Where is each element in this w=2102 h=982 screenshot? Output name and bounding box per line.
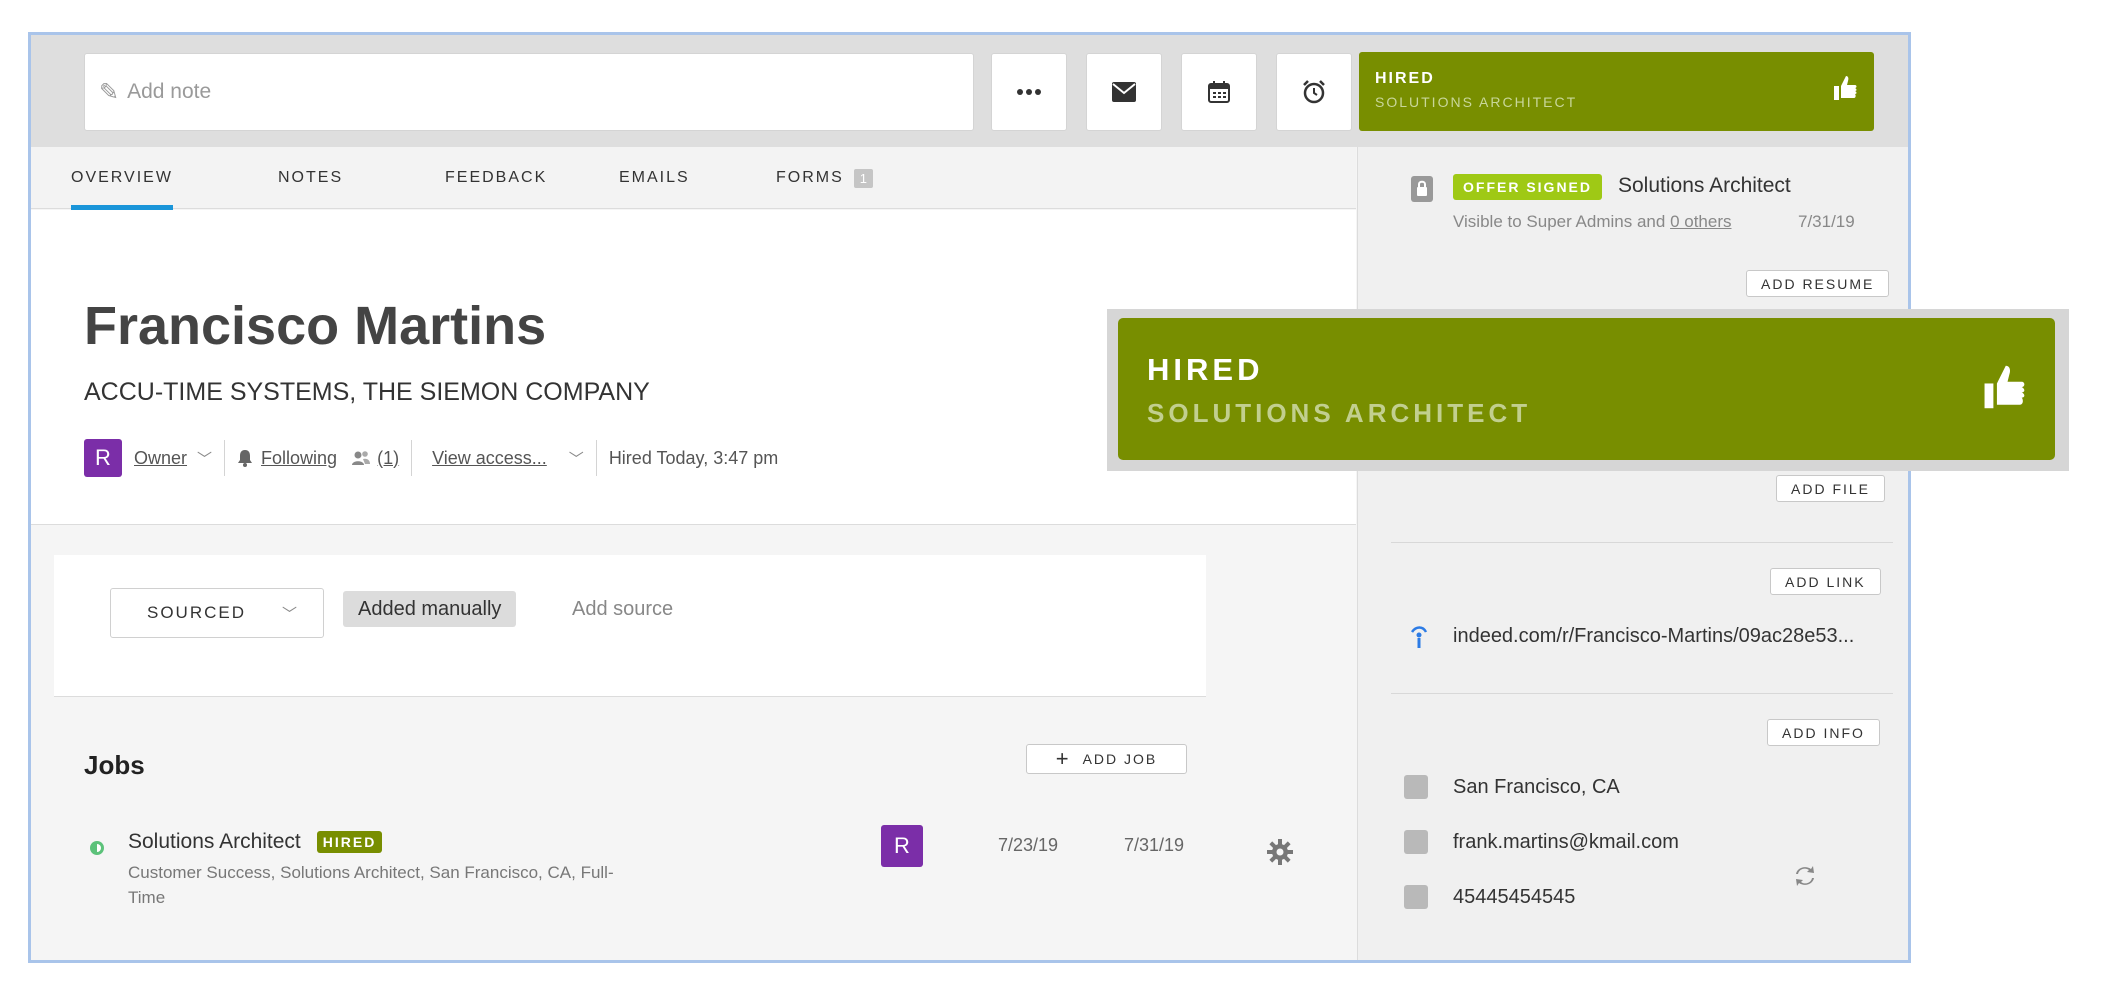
job-start-date: 7/23/19 [998, 835, 1059, 855]
add-job-label: ADD JOB [1082, 751, 1158, 767]
add-source-input[interactable]: Add source [572, 591, 673, 627]
offer-status-badge: OFFER SIGNED [1453, 174, 1603, 200]
tab-forms-label: FORMS [776, 169, 844, 186]
tab-emails-label: EMAILS [619, 169, 690, 186]
add-info-button[interactable]: ADD INFO [1767, 719, 1880, 746]
thumbs-up-icon [1984, 365, 2025, 409]
owner-dropdown[interactable]: Owner [134, 448, 187, 469]
chevron-down-icon: ﹀ [281, 605, 299, 623]
phone-text: 45445454545 [1453, 886, 1576, 908]
followers-count[interactable]: (1) [377, 448, 399, 469]
thumbs-up-icon [1834, 76, 1857, 100]
profile-link[interactable]: indeed.com/r/Francisco-Martins/09ac28e53… [1453, 625, 1854, 648]
app-window: ✎ Add note HIRED SOLUTIONS ARCHITECT OVE… [28, 32, 1911, 963]
email-text[interactable]: frank.martins@kmail.com [1453, 831, 1679, 854]
profile-tabs: OVERVIEW NOTES FEEDBACK EMAILS FORMS 1 [31, 147, 1356, 210]
chevron-down-icon[interactable]: ﹀ [569, 448, 584, 469]
sync-icon[interactable] [1792, 863, 1818, 889]
forms-count-badge: 1 [853, 168, 874, 188]
status-label: HIRED [1375, 70, 1435, 87]
divider [1391, 542, 1893, 543]
add-note-placeholder: Add note [127, 80, 212, 103]
view-access-link[interactable]: View access... [432, 448, 547, 469]
job-owner-avatar: R [881, 825, 923, 867]
tab-notes[interactable]: NOTES [278, 147, 343, 209]
calendar-icon [1208, 81, 1230, 103]
location-text: San Francisco, CA [1453, 776, 1620, 798]
divider [1391, 693, 1893, 694]
link-icon [1410, 626, 1428, 648]
lock-icon [1411, 176, 1433, 202]
visibility-others-link[interactable]: 0 others [1670, 212, 1731, 231]
email-button[interactable] [1086, 53, 1162, 131]
candidate-meta: R Owner ﹀ Following (1) View access... ﹀… [84, 438, 778, 478]
job-row[interactable]: Solutions Architect HIRED Customer Succe… [84, 825, 1324, 930]
owner-avatar: R [84, 439, 122, 477]
plus-icon: + [1055, 746, 1071, 771]
add-job-button[interactable]: + ADD JOB [1026, 744, 1187, 774]
hired-status-zoom: HIRED SOLUTIONS ARCHITECT [1107, 309, 2069, 471]
chevron-down-icon[interactable]: ﹀ [197, 448, 212, 469]
add-note-input[interactable]: ✎ Add note [84, 53, 974, 131]
tab-notes-label: NOTES [278, 169, 344, 186]
visibility-text: Visible to Super Admins and [1453, 212, 1666, 231]
email-icon [1404, 830, 1428, 854]
status-job: SOLUTIONS ARCHITECT [1375, 94, 1578, 110]
top-bar: ✎ Add note HIRED SOLUTIONS ARCHITECT [31, 35, 1908, 147]
phone-icon [1404, 885, 1428, 909]
add-file-button[interactable]: ADD FILE [1776, 475, 1886, 502]
more-icon [1017, 89, 1041, 95]
tab-forms[interactable]: FORMS 1 [776, 147, 874, 209]
job-end-date: 7/31/19 [1124, 835, 1185, 855]
pencil-icon: ✎ [99, 78, 120, 106]
more-button[interactable] [991, 53, 1067, 131]
divider [411, 440, 413, 476]
offer-date: 7/31/19 [1798, 212, 1855, 231]
divider [595, 440, 597, 476]
offer-visibility: Visible to Super Admins and 0 others [1453, 212, 1732, 232]
source-tag[interactable]: Added manually [343, 591, 517, 627]
jobs-heading: Jobs [84, 750, 145, 780]
add-resume-button[interactable]: ADD RESUME [1746, 270, 1890, 297]
mail-icon [1112, 82, 1136, 102]
stage-select[interactable]: SOURCED ﹀ [110, 588, 324, 638]
tab-feedback-label: FEEDBACK [445, 169, 548, 186]
alarm-icon [1303, 80, 1325, 104]
offer-job-title: Solutions Architect [1618, 174, 1791, 197]
right-panel: OFFER SIGNED Solutions Architect Visible… [1357, 147, 1908, 960]
tab-feedback[interactable]: FEEDBACK [445, 147, 547, 209]
job-description: Customer Success, Solutions Architect, S… [128, 863, 614, 907]
hired-timestamp: Hired Today, 3:47 pm [608, 447, 779, 468]
gear-icon[interactable] [1266, 838, 1294, 866]
following-toggle[interactable]: Following [261, 448, 337, 469]
zoom-status-job: SOLUTIONS ARCHITECT [1147, 398, 1532, 428]
zoom-status-label: HIRED [1147, 352, 1264, 387]
source-card: SOURCED ﹀ Added manually Add source [54, 555, 1206, 697]
home-icon [1404, 775, 1428, 799]
divider [224, 440, 226, 476]
add-link-button[interactable]: ADD LINK [1770, 568, 1881, 595]
tab-overview[interactable]: OVERVIEW [71, 147, 173, 210]
tab-overview-label: OVERVIEW [71, 169, 173, 186]
candidate-name: Francisco Martins [84, 296, 547, 356]
job-status-badge: HIRED [316, 831, 383, 853]
people-icon [352, 451, 371, 465]
job-title[interactable]: Solutions Architect [128, 830, 301, 854]
stage-select-value: SOURCED [147, 603, 247, 622]
schedule-button[interactable] [1181, 53, 1257, 131]
job-status-icon [90, 841, 104, 855]
reminder-button[interactable] [1276, 53, 1352, 131]
hired-status-button[interactable]: HIRED SOLUTIONS ARCHITECT [1359, 52, 1874, 131]
job-title-line: Solutions Architect HIRED [128, 830, 383, 854]
bell-icon [238, 450, 253, 467]
hired-status-zoom-button: HIRED SOLUTIONS ARCHITECT [1118, 318, 2055, 460]
candidate-company: ACCU-TIME SYSTEMS, THE SIEMON COMPANY [84, 378, 650, 406]
tab-emails[interactable]: EMAILS [619, 147, 690, 209]
